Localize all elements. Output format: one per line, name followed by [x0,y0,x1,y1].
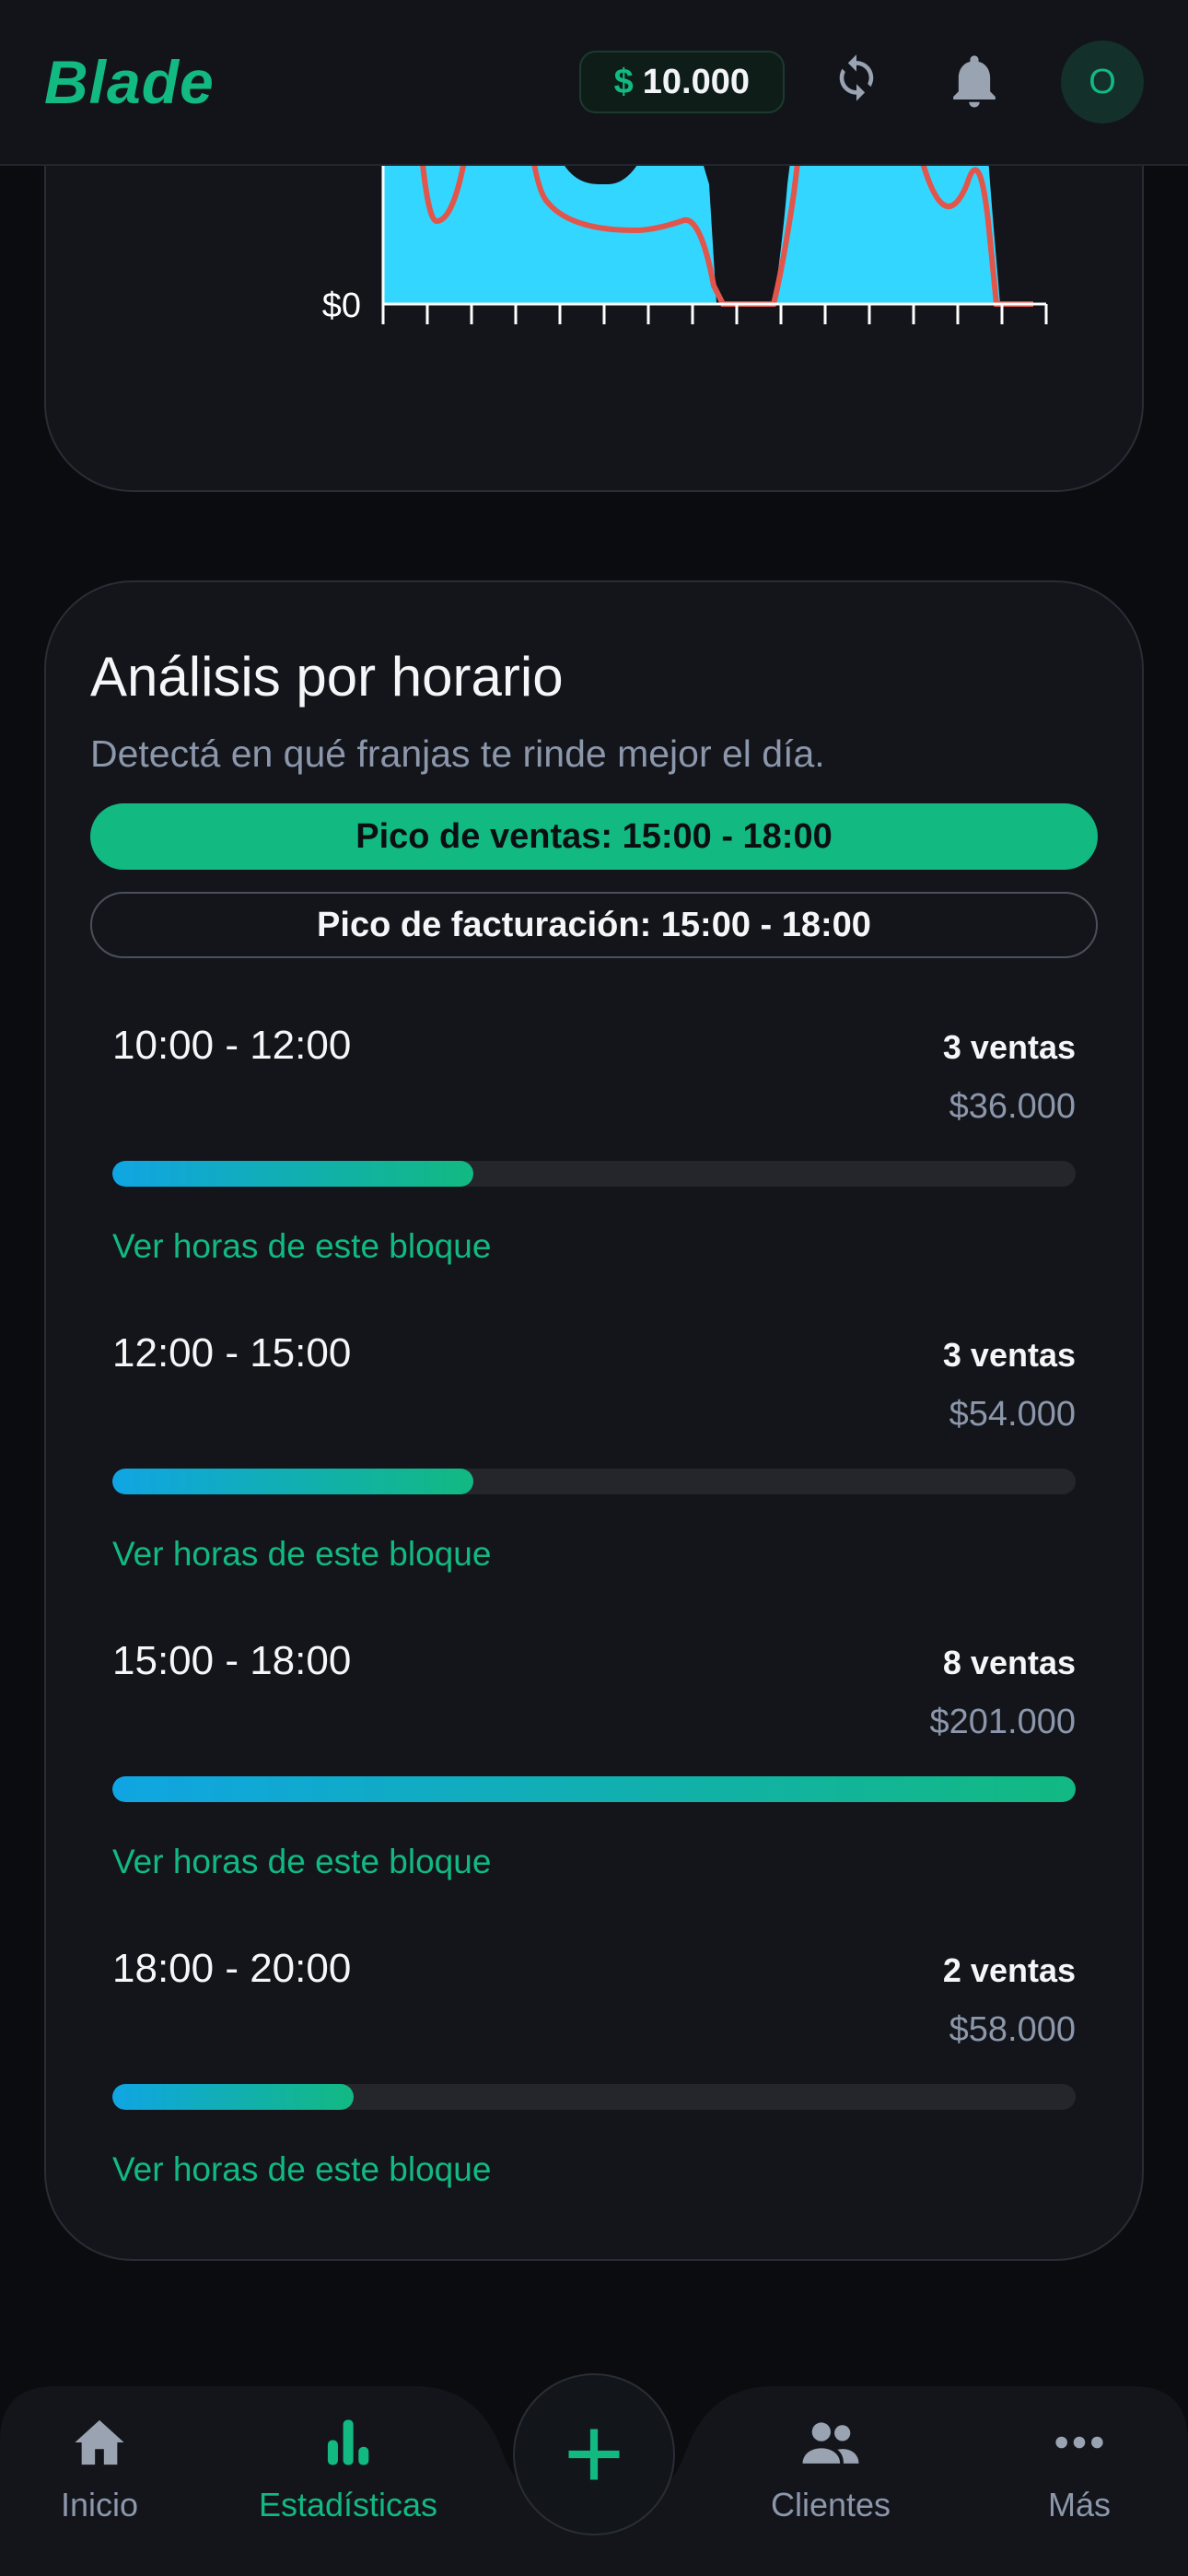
chart-y-tick-label: $0 [322,287,361,325]
block-range: 12:00 - 15:00 [112,1330,352,1376]
block-progress-bar [112,1469,1076,1494]
nav-item-inicio[interactable]: Inicio [0,2418,210,2524]
plus-icon [568,2429,620,2480]
add-button[interactable] [513,2373,675,2535]
section-title: Análisis por horario [90,646,564,708]
app-header: Blade $ 10.000 O [0,0,1188,166]
bottom-navigation: Inicio Estadísticas Clientes Más [0,2373,1188,2576]
hours-analysis-card: Análisis por horario Detectá en qué fran… [44,580,1144,2261]
block-range: 10:00 - 12:00 [112,1023,352,1068]
bar-chart-icon [327,2419,369,2465]
time-block: 15:00 - 18:00 8 ventas $201.000 Ver hora… [90,1612,1098,1920]
block-range: 15:00 - 18:00 [112,1638,352,1683]
block-progress-bar [112,2084,1076,2110]
nav-label: Clientes [770,2486,891,2523]
time-block: 18:00 - 20:00 2 ventas $58.000 Ver horas… [90,1920,1098,2228]
block-sales-count: 3 ventas [942,1336,1076,1374]
nav-item-estadisticas[interactable]: Estadísticas [238,2418,459,2524]
nav-label: Más [1047,2486,1111,2523]
block-range: 18:00 - 20:00 [112,1946,352,1991]
peak-billing-badge: Pico de facturación: 15:00 - 18:00 [90,892,1098,958]
time-blocks-list: 10:00 - 12:00 3 ventas $36.000 Ver horas… [90,997,1098,2228]
block-progress-fill [112,1161,474,1187]
balance-currency: $ [613,62,634,101]
block-progress-bar [112,1161,1076,1187]
peak-sales-badge: Pico de ventas: 15:00 - 18:00 [90,803,1098,870]
view-block-hours-link[interactable]: Ver horas de este bloque [112,1843,491,1881]
time-block: 12:00 - 15:00 3 ventas $54.000 Ver horas… [90,1305,1098,1612]
sync-button[interactable] [810,36,903,128]
nav-label: Estadísticas [258,2486,438,2523]
block-progress-fill [112,1469,474,1494]
view-block-hours-link[interactable]: Ver horas de este bloque [112,1535,491,1574]
sync-icon [839,54,874,101]
nav-item-clientes[interactable]: Clientes [720,2418,941,2524]
block-amount: $36.000 [949,1087,1076,1126]
block-sales-count: 3 ventas [942,1028,1076,1066]
section-subtitle: Detectá en qué franjas te rinde mejor el… [90,732,825,775]
balance-badge[interactable]: $ 10.000 [578,51,785,113]
balance-amount: 10.000 [642,62,750,101]
time-block: 10:00 - 12:00 3 ventas $36.000 Ver horas… [90,997,1098,1305]
nav-item-mas[interactable]: Más [969,2418,1188,2524]
block-progress-fill [112,1776,1076,1802]
more-icon [1055,2436,1103,2449]
users-icon [802,2422,859,2464]
notifications-button[interactable] [928,36,1020,128]
block-amount: $201.000 [929,1703,1077,1741]
block-progress-bar [112,1776,1076,1802]
block-amount: $58.000 [949,2010,1076,2049]
nav-label: Inicio [60,2486,139,2523]
app-logo[interactable]: Blade [44,47,215,117]
bell-icon [953,55,996,108]
block-progress-fill [112,2084,354,2110]
block-amount: $54.000 [949,1395,1076,1434]
view-block-hours-link[interactable]: Ver horas de este bloque [112,2150,491,2189]
home-icon [75,2419,124,2465]
block-sales-count: 2 ventas [942,1951,1076,1989]
block-sales-count: 8 ventas [942,1644,1076,1681]
user-avatar[interactable]: O [1061,41,1144,123]
view-block-hours-link[interactable]: Ver horas de este bloque [112,1227,491,1266]
